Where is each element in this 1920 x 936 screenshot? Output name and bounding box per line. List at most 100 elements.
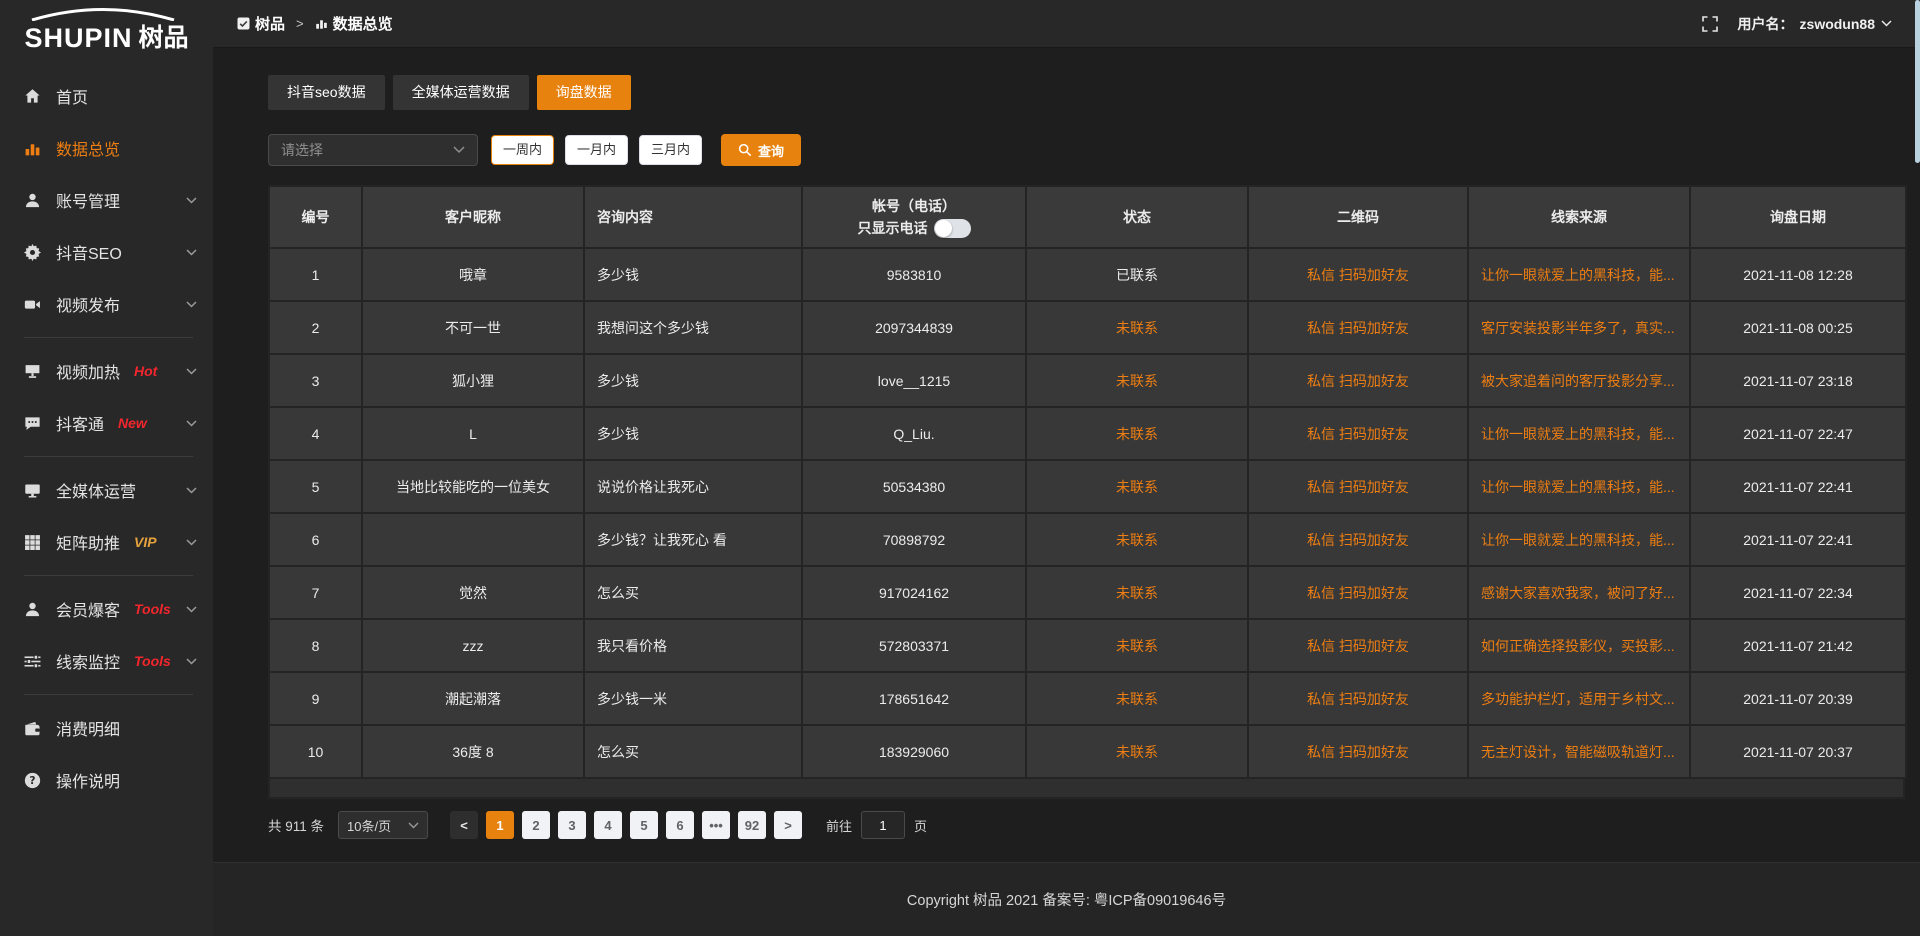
cell-status: 未联系: [1026, 672, 1248, 725]
cell-qr-links[interactable]: 私信 扫码加好友: [1248, 513, 1468, 566]
page-number-button[interactable]: 1: [486, 811, 514, 839]
home-icon: [24, 88, 41, 105]
cell-no: 9: [269, 672, 362, 725]
sidebar-item-video-publish[interactable]: 视频发布: [0, 278, 213, 330]
cell-qr-links[interactable]: 私信 扫码加好友: [1248, 407, 1468, 460]
tab-inquiry-data[interactable]: 询盘数据: [537, 75, 631, 110]
fullscreen-icon[interactable]: [1702, 16, 1718, 32]
table-row: 10 36度 8 怎么买 183929060 未联系 私信 扫码加好友 无主灯设…: [269, 725, 1906, 778]
cell-date: 2021-11-07 23:18: [1690, 354, 1906, 407]
cell-qr-links[interactable]: 私信 扫码加好友: [1248, 301, 1468, 354]
cell-no: 5: [269, 460, 362, 513]
heat-icon: [24, 363, 41, 380]
cell-source-link[interactable]: 让你一眼就爱上的黑科技，能...: [1468, 460, 1690, 513]
logo-arc: [28, 7, 178, 21]
top-bar: 树品 > 数据总览 用户名： zswodun88: [213, 0, 1920, 48]
cell-nickname: 觉然: [362, 566, 584, 619]
page-number-button[interactable]: 4: [594, 811, 622, 839]
cell-source-link[interactable]: 无主灯设计，智能磁吸轨道灯...: [1468, 725, 1690, 778]
cell-status: 未联系: [1026, 619, 1248, 672]
cell-source-link[interactable]: 感谢大家喜欢我家，被问了好...: [1468, 566, 1690, 619]
goto-label: 前往: [826, 816, 852, 835]
page-number-button[interactable]: 3: [558, 811, 586, 839]
cell-source-link[interactable]: 客厅安装投影半年多了，真实...: [1468, 301, 1690, 354]
cell-source-link[interactable]: 被大家追着问的客厅投影分享...: [1468, 354, 1690, 407]
hot-badge: Hot: [134, 363, 157, 379]
page-number-button[interactable]: •••: [702, 811, 730, 839]
cell-qr-links[interactable]: 私信 扫码加好友: [1248, 619, 1468, 672]
sidebar-item-omni-media[interactable]: 全媒体运营: [0, 464, 213, 516]
cell-account: 917024162: [802, 566, 1026, 619]
grid-icon: [24, 534, 41, 551]
page-size-select[interactable]: 10条/页: [338, 811, 428, 839]
cell-date: 2021-11-07 20:39: [1690, 672, 1906, 725]
cell-qr-links[interactable]: 私信 扫码加好友: [1248, 672, 1468, 725]
cell-source-link[interactable]: 如何正确选择投影仪，买投影...: [1468, 619, 1690, 672]
user-menu[interactable]: 用户名： zswodun88: [1738, 14, 1892, 34]
sidebar-item-account-mgmt[interactable]: 账号管理: [0, 174, 213, 226]
period-quarter-button[interactable]: 三月内: [639, 135, 702, 165]
sidebar-item-lead-monitor[interactable]: 线索监控 Tools: [0, 635, 213, 687]
username-label: 用户名：: [1738, 14, 1794, 34]
prev-page-button[interactable]: <: [450, 811, 478, 839]
sidebar-item-video-heat[interactable]: 视频加热 Hot: [0, 345, 213, 397]
sidebar-item-matrix-boost[interactable]: 矩阵助推 VIP: [0, 516, 213, 568]
cell-date: 2021-11-07 22:47: [1690, 407, 1906, 460]
chevron-down-icon: [186, 249, 197, 256]
page-number-button[interactable]: 2: [522, 811, 550, 839]
username-value: zswodun88: [1800, 16, 1875, 32]
cell-source-link[interactable]: 让你一眼就爱上的黑科技，能...: [1468, 248, 1690, 301]
page-number-button[interactable]: 6: [666, 811, 694, 839]
col-date: 询盘日期: [1690, 186, 1906, 248]
cell-source-link[interactable]: 让你一眼就爱上的黑科技，能...: [1468, 407, 1690, 460]
sliders-icon: [24, 653, 41, 670]
cell-qr-links[interactable]: 私信 扫码加好友: [1248, 566, 1468, 619]
goto-page-input[interactable]: [861, 811, 905, 839]
chevron-down-icon: [453, 146, 465, 154]
sidebar-item-spend-details[interactable]: 消费明细: [0, 702, 213, 754]
cell-status: 未联系: [1026, 301, 1248, 354]
cell-nickname: 36度 8: [362, 725, 584, 778]
cell-no: 3: [269, 354, 362, 407]
next-page-button[interactable]: >: [774, 811, 802, 839]
sidebar-item-doketong[interactable]: 抖客通 New: [0, 397, 213, 449]
period-week-button[interactable]: 一周内: [491, 135, 554, 165]
account-select[interactable]: 请选择: [268, 134, 478, 166]
goto-page: 前往 页: [826, 811, 927, 839]
sidebar-item-member-boom[interactable]: 会员爆客 Tools: [0, 583, 213, 635]
sidebar-item-home[interactable]: 首页: [0, 70, 213, 122]
cell-qr-links[interactable]: 私信 扫码加好友: [1248, 354, 1468, 407]
tab-omni-media-data[interactable]: 全媒体运营数据: [393, 75, 529, 110]
cell-content: 我只看价格: [584, 619, 802, 672]
table-row: 6 多少钱？让我死心 看 70898792 未联系 私信 扫码加好友 让你一眼就…: [269, 513, 1906, 566]
svg-text:?: ?: [29, 774, 35, 787]
cell-qr-links[interactable]: 私信 扫码加好友: [1248, 460, 1468, 513]
breadcrumb-root[interactable]: 树品: [237, 13, 285, 34]
cell-status: 未联系: [1026, 354, 1248, 407]
tab-douyin-seo-data[interactable]: 抖音seo数据: [268, 75, 385, 110]
col-qr: 二维码: [1248, 186, 1468, 248]
page-number-button[interactable]: 5: [630, 811, 658, 839]
cell-source-link[interactable]: 多功能护栏灯，适用于乡村文...: [1468, 672, 1690, 725]
page-number-button[interactable]: 92: [738, 811, 766, 839]
breadcrumb: 树品 > 数据总览: [237, 13, 393, 34]
period-month-button[interactable]: 一月内: [565, 135, 628, 165]
new-badge: New: [118, 415, 147, 431]
cell-qr-links[interactable]: 私信 扫码加好友: [1248, 248, 1468, 301]
cell-qr-links[interactable]: 私信 扫码加好友: [1248, 725, 1468, 778]
user-icon: [24, 192, 41, 209]
sidebar-item-douyin-seo[interactable]: 抖音SEO: [0, 226, 213, 278]
cell-account: love__1215: [802, 354, 1026, 407]
cell-status: 未联系: [1026, 725, 1248, 778]
scrollbar-thumb[interactable]: [1915, 0, 1920, 163]
data-tabs: 抖音seo数据 全媒体运营数据 询盘数据: [268, 75, 1905, 110]
chevron-down-icon: [186, 197, 197, 204]
cell-account: 572803371: [802, 619, 1026, 672]
cell-date: 2021-11-07 22:41: [1690, 513, 1906, 566]
sidebar-item-instructions[interactable]: ? 操作说明: [0, 754, 213, 806]
query-button[interactable]: 查询: [721, 134, 801, 166]
phone-only-toggle[interactable]: [934, 219, 971, 238]
cell-source-link[interactable]: 让你一眼就爱上的黑科技，能...: [1468, 513, 1690, 566]
sidebar-item-data-overview[interactable]: 数据总览: [0, 122, 213, 174]
gear-icon: [24, 244, 41, 261]
